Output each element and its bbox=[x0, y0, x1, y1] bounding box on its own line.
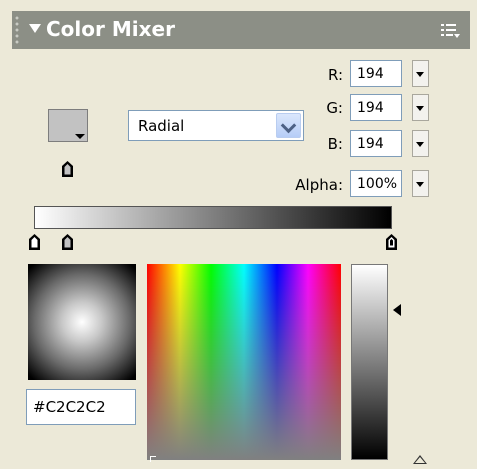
panel-title-bar[interactable]: Color Mixer bbox=[12, 11, 470, 49]
fill-pointer-icon bbox=[62, 161, 73, 177]
brightness-slider[interactable] bbox=[351, 264, 388, 460]
gradient-stop-white[interactable] bbox=[28, 233, 41, 251]
options-menu-icon[interactable] bbox=[440, 22, 460, 40]
gradient-stop-black[interactable] bbox=[385, 233, 398, 251]
blue-label: B: bbox=[327, 135, 343, 153]
fill-type-value: Radial bbox=[138, 117, 185, 135]
green-slider-button[interactable] bbox=[412, 94, 429, 121]
blue-input[interactable]: 194 bbox=[350, 130, 402, 157]
alpha-slider-button[interactable] bbox=[412, 170, 429, 197]
brightness-pointer-icon[interactable] bbox=[393, 304, 401, 316]
fill-color-swatch[interactable] bbox=[48, 109, 88, 142]
red-slider-button[interactable] bbox=[412, 60, 429, 87]
green-label: G: bbox=[326, 99, 343, 117]
blue-slider-button[interactable] bbox=[412, 130, 429, 157]
red-input[interactable]: 194 bbox=[350, 60, 402, 87]
brightness-bottom-marker-icon bbox=[413, 455, 427, 464]
swatch-dropdown-icon bbox=[75, 134, 85, 139]
gradient-definition-bar[interactable] bbox=[34, 206, 392, 229]
color-spectrum-picker[interactable] bbox=[147, 264, 341, 460]
collapse-arrow-icon[interactable] bbox=[29, 24, 41, 33]
green-input[interactable]: 194 bbox=[350, 94, 402, 121]
spectrum-crosshair bbox=[150, 456, 156, 462]
alpha-label: Alpha: bbox=[295, 176, 343, 194]
color-mixer-panel: Color Mixer Radial R: 194 G: 194 B: 194 … bbox=[0, 0, 477, 469]
hex-input[interactable]: #C2C2C2 bbox=[26, 389, 136, 425]
gradient-preview bbox=[28, 264, 136, 380]
panel-title: Color Mixer bbox=[46, 17, 175, 41]
red-label: R: bbox=[327, 66, 343, 84]
alpha-input[interactable]: 100% bbox=[350, 170, 402, 197]
fill-type-select[interactable]: Radial bbox=[128, 110, 304, 141]
panel-grip-handle[interactable] bbox=[14, 15, 20, 45]
gradient-stop-gray[interactable] bbox=[61, 233, 74, 251]
